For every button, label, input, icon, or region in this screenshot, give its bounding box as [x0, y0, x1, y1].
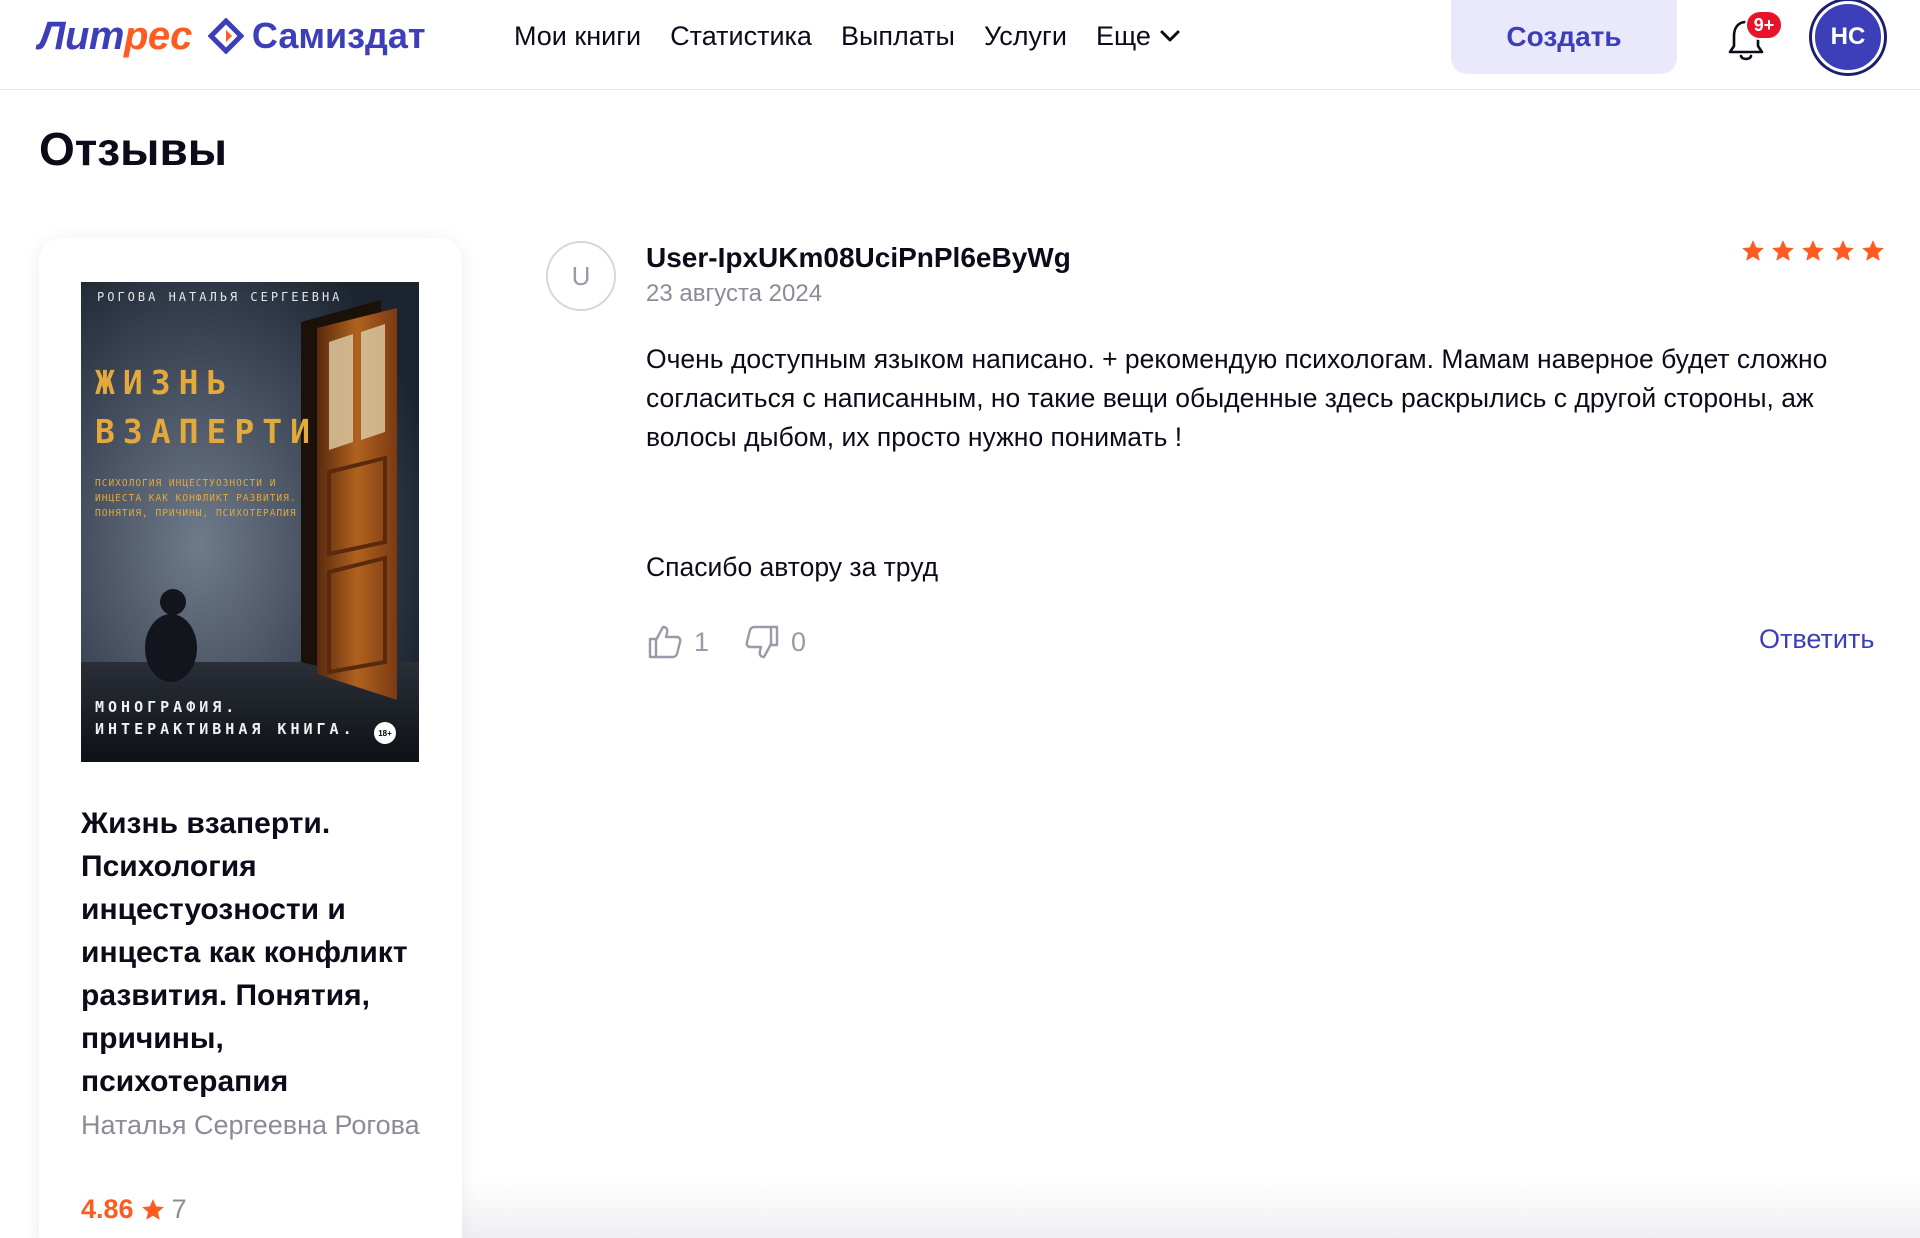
review-stars — [1740, 238, 1886, 264]
diamond-logo-icon — [206, 16, 246, 56]
reviewer-name: User-IpxUKm08UciPnPl6eByWg — [646, 242, 1071, 273]
rating-value: 4.86 — [81, 1194, 134, 1224]
rating-count: 7 — [171, 1194, 187, 1224]
star-icon — [1742, 240, 1764, 261]
book-author[interactable]: Наталья Сергеевна Рогова — [81, 1106, 421, 1145]
like-count: 1 — [694, 626, 710, 657]
nav-more-label: Еще — [1095, 20, 1151, 51]
thumbs-up-icon — [648, 625, 682, 659]
star-icon — [1772, 240, 1794, 261]
nav-my-books[interactable]: Мои книги — [514, 21, 641, 52]
cover-illustration — [81, 282, 419, 762]
review-text: Очень доступным языком написано. + реком… — [646, 344, 1828, 452]
user-avatar[interactable]: НС — [1812, 1, 1884, 73]
age-rating-badge: 18+ — [374, 722, 396, 744]
dislike-count: 0 — [791, 626, 807, 657]
create-button[interactable]: Создать — [1451, 0, 1677, 74]
book-card[interactable]: РОГОВА НАТАЛЬЯ СЕРГЕЕВНА ЖИЗНЬ ВЗАПЕРТИ … — [39, 238, 462, 1238]
book-title[interactable]: Жизнь взаперти. Психология инцестуозност… — [81, 802, 421, 1103]
logo-litres-text: Литрес — [38, 13, 192, 58]
star-icon — [1832, 240, 1854, 261]
litres-samizdat-logo[interactable]: Литрес Самиздат — [38, 12, 426, 60]
logo-samizdat-text: Самиздат — [251, 15, 426, 56]
cover-title-text: ЖИЗНЬ ВЗАПЕРТИ — [95, 363, 318, 451]
book-rating: 4.86 7 — [81, 1194, 187, 1225]
reply-link[interactable]: Ответить — [1759, 624, 1874, 655]
nav-more[interactable]: Еще — [1096, 21, 1181, 52]
cover-subtitle-text: Психология инцестуозности и инцеста как … — [95, 478, 297, 519]
thumbs-down-icon — [745, 625, 779, 659]
chevron-down-icon — [1160, 30, 1180, 42]
cover-author-text: РОГОВА НАТАЛЬЯ СЕРГЕЕВНА — [97, 290, 343, 304]
review-text-closing: Спасибо автору за труд — [646, 552, 939, 582]
nav-statistics[interactable]: Статистика — [670, 21, 812, 52]
main-nav: Мои книги Статистика Выплаты Услуги Еще — [514, 18, 1210, 54]
star-icon — [1862, 240, 1884, 261]
page-title: Отзывы — [39, 123, 228, 175]
bottom-fade — [462, 1180, 1920, 1238]
book-cover-image[interactable]: РОГОВА НАТАЛЬЯ СЕРГЕЕВНА ЖИЗНЬ ВЗАПЕРТИ … — [81, 282, 419, 762]
review-date: 23 августа 2024 — [646, 280, 823, 307]
star-icon — [141, 1198, 164, 1220]
nav-payouts[interactable]: Выплаты — [841, 21, 955, 52]
top-header: Литрес Самиздат Мои книги Статистика Вып… — [0, 0, 1920, 90]
nav-services[interactable]: Услуги — [984, 21, 1067, 52]
star-icon — [1802, 240, 1824, 261]
like-button[interactable]: 1 — [646, 623, 709, 661]
notifications-badge: 9+ — [1745, 10, 1783, 40]
reviewer-avatar: U — [546, 241, 616, 311]
review-votes: 1 0 — [646, 620, 840, 664]
dislike-button[interactable]: 0 — [743, 623, 806, 661]
cover-bottom-text: МОНОГРАФИЯ. ИНТЕРАКТИВНАЯ КНИГА. — [95, 698, 356, 738]
